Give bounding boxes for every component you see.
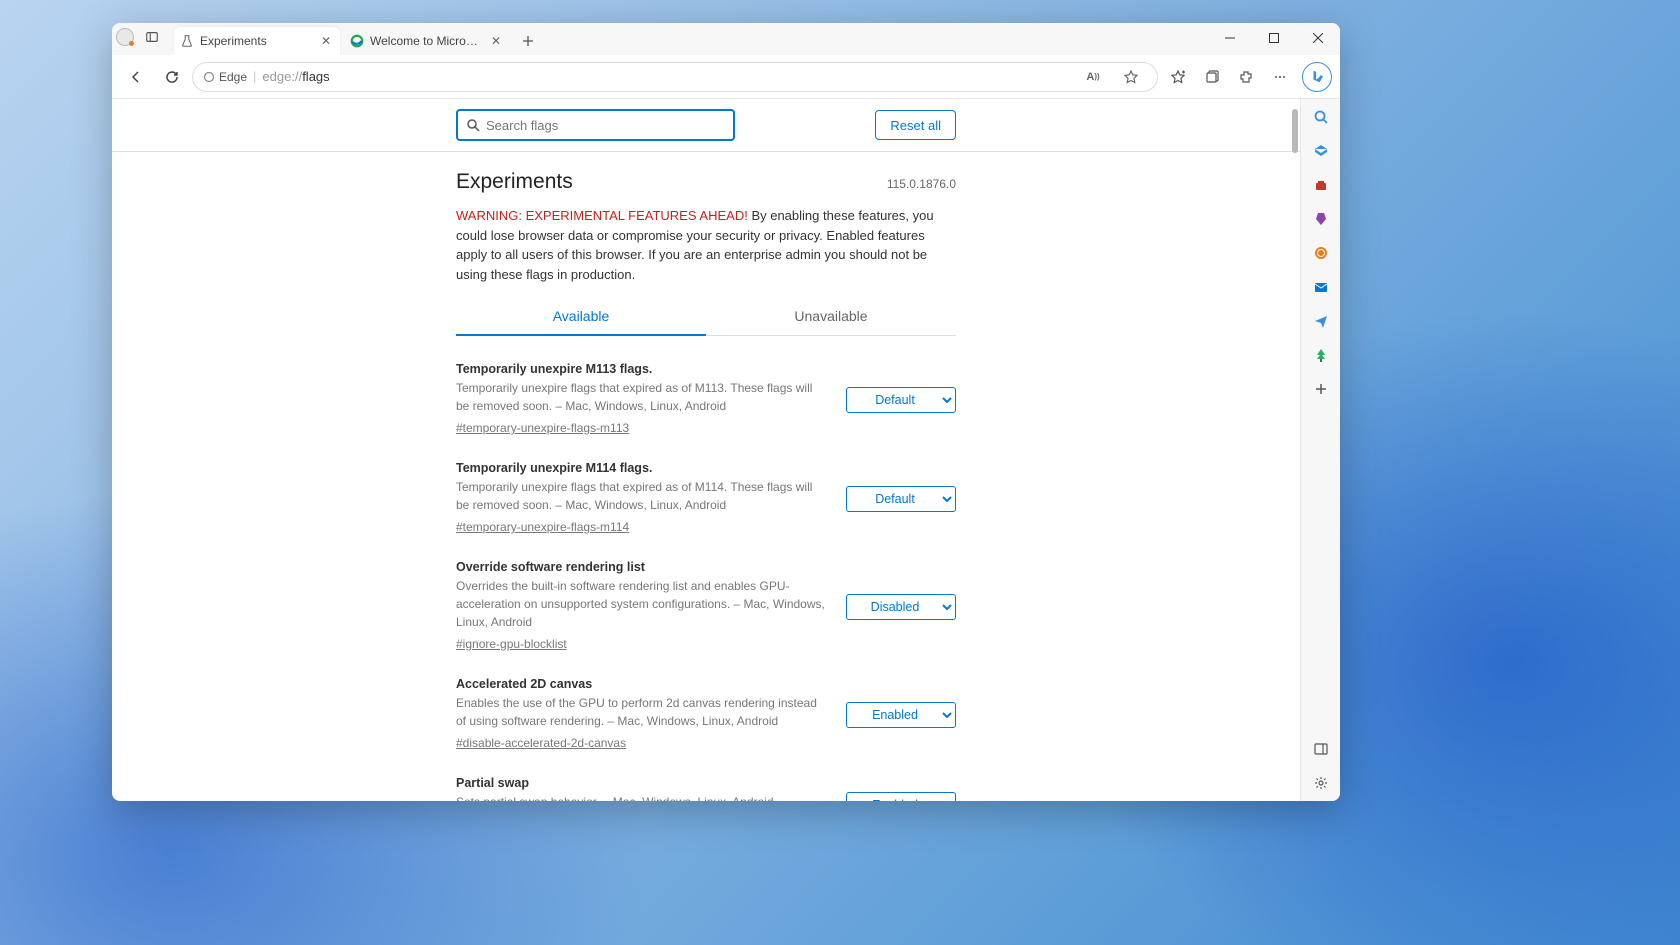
edge-sidebar [1300,99,1340,801]
flag-hash-link[interactable]: #ignore-gpu-blocklist [456,637,567,651]
favorite-icon[interactable] [1115,61,1147,93]
flag-row: Override software rendering list Override… [456,548,956,665]
flag-select[interactable]: DefaultEnabledDisabled [846,387,956,413]
flag-row: Accelerated 2D canvas Enables the use of … [456,665,956,764]
tab-available[interactable]: Available [456,298,706,336]
flags-tabs: Available Unavailable [456,298,956,336]
tab-experiments[interactable]: Experiments ✕ [174,27,340,55]
search-icon[interactable] [1311,107,1331,127]
toolbar: Edge | edge://flags A)) [112,55,1340,99]
flag-description: Overrides the built-in software renderin… [456,577,826,631]
flag-title: Temporarily unexpire M114 flags. [456,461,826,475]
flag-description: Temporarily unexpire flags that expired … [456,379,826,415]
titlebar: Experiments ✕ Welcome to Microsoft Edge … [112,23,1340,55]
more-button[interactable] [1264,61,1296,93]
sidebar-toggle-icon[interactable] [1311,739,1331,759]
maximize-button[interactable] [1252,23,1296,53]
favorites-button[interactable] [1162,61,1194,93]
read-aloud-icon[interactable]: A)) [1077,61,1109,93]
flag-description: Sets partial swap behavior. – Mac, Windo… [456,793,826,801]
flag-select[interactable]: DefaultEnabledDisabled [846,702,956,728]
browser-window: Experiments ✕ Welcome to Microsoft Edge … [112,23,1340,801]
flag-row: Temporarily unexpire M114 flags. Temporar… [456,449,956,548]
flag-title: Partial swap [456,776,826,790]
identity-label: Edge [219,70,247,84]
settings-icon[interactable] [1311,773,1331,793]
tab-welcome[interactable]: Welcome to Microsoft Edge Canary ✕ [344,27,510,55]
flag-select[interactable]: DefaultEnabledDisabled [846,594,956,620]
close-icon[interactable]: ✕ [318,33,334,49]
bing-button[interactable] [1302,62,1332,92]
flag-title: Override software rendering list [456,560,826,574]
flags-list: Temporarily unexpire M113 flags. Temporar… [456,336,956,801]
address-bar[interactable]: Edge | edge://flags A)) [192,62,1158,92]
shopping-icon[interactable] [1311,141,1331,161]
outlook-icon[interactable] [1311,277,1331,297]
close-icon[interactable]: ✕ [488,33,504,49]
flask-icon [180,34,194,48]
warning-text: WARNING: EXPERIMENTAL FEATURES AHEAD! By… [456,206,956,284]
flag-hash-link[interactable]: #disable-accelerated-2d-canvas [456,736,626,750]
extensions-button[interactable] [1230,61,1262,93]
search-input[interactable] [486,118,725,133]
add-icon[interactable] [1311,379,1331,399]
flag-title: Accelerated 2D canvas [456,677,826,691]
content-area: Reset all Experiments 115.0.1876.0 WARNI… [112,99,1340,801]
profile-avatar[interactable] [116,28,134,46]
close-button[interactable] [1296,23,1340,53]
flag-row: Partial swap Sets partial swap behavior. … [456,764,956,801]
window-controls [1208,23,1340,53]
flag-select[interactable]: DefaultEnabledDisabled [846,486,956,512]
send-icon[interactable] [1311,311,1331,331]
flag-hash-link[interactable]: #temporary-unexpire-flags-m114 [456,520,629,534]
flag-row: Temporarily unexpire M113 flags. Temporar… [456,350,956,449]
url-text: edge://flags [262,69,329,84]
new-tab-button[interactable] [514,27,542,55]
minimize-button[interactable] [1208,23,1252,53]
edge-icon [350,34,364,48]
page-title: Experiments [456,170,573,194]
page-content: Reset all Experiments 115.0.1876.0 WARNI… [112,99,1300,801]
games-icon[interactable] [1311,209,1331,229]
tree-icon[interactable] [1311,345,1331,365]
search-icon [466,118,480,132]
office-icon[interactable] [1311,243,1331,263]
tab-title: Welcome to Microsoft Edge Canary [370,34,482,48]
back-button[interactable] [120,61,152,93]
tab-unavailable[interactable]: Unavailable [706,298,956,335]
flag-select[interactable]: DefaultEnabledDisabled [846,792,956,802]
reset-all-button[interactable]: Reset all [875,110,956,140]
tabs-region: Experiments ✕ Welcome to Microsoft Edge … [166,23,1208,55]
site-identity: Edge [203,70,247,84]
flag-title: Temporarily unexpire M113 flags. [456,362,826,376]
version-label: 115.0.1876.0 [887,177,956,191]
search-flags-box[interactable] [456,109,735,141]
tab-actions-button[interactable] [138,23,166,51]
collections-button[interactable] [1196,61,1228,93]
tools-icon[interactable] [1311,175,1331,195]
flag-description: Temporarily unexpire flags that expired … [456,478,826,514]
scrollbar-thumb[interactable] [1292,109,1298,153]
flag-description: Enables the use of the GPU to perform 2d… [456,694,826,730]
tab-title: Experiments [200,34,312,48]
flag-hash-link[interactable]: #temporary-unexpire-flags-m113 [456,421,629,435]
reload-button[interactable] [156,61,188,93]
